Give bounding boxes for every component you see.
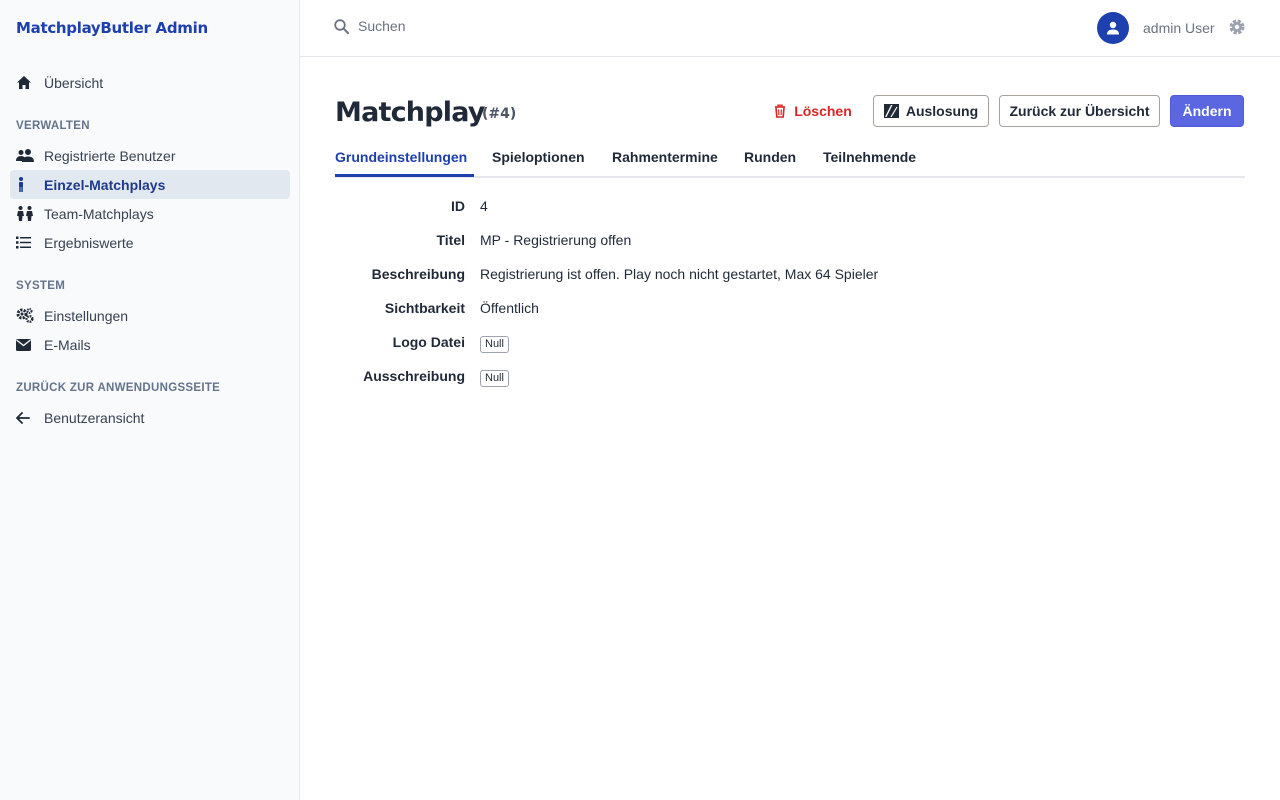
detail-row: Logo Datei Null [335, 334, 1245, 356]
sidebar-item-team-matchplays[interactable]: Team-Matchplays [10, 199, 290, 228]
detail-label: Ausschreibung [363, 368, 465, 384]
tab-basic-settings[interactable]: Grundeinstellungen [335, 149, 467, 165]
trash-icon [774, 104, 786, 118]
detail-value: MP - Registrierung offen [480, 232, 632, 248]
detail-value: Öffentlich [480, 300, 539, 316]
sidebar-item-settings[interactable]: Einstellungen [10, 301, 290, 330]
draw-button[interactable]: Auslosung [873, 95, 989, 127]
cogs-icon [16, 308, 34, 324]
envelope-icon [16, 337, 34, 353]
arrow-left-icon [16, 410, 34, 426]
sidebar-item-registered-users[interactable]: Registrierte Benutzer [10, 141, 290, 170]
detail-value: Null [480, 334, 509, 353]
brand-logo[interactable]: MatchplayButler Admin [16, 19, 208, 37]
record-id-label: (#4) [482, 106, 517, 122]
sidebar-item-user-view[interactable]: Benutzeransicht [10, 403, 290, 432]
null-badge: Null [480, 336, 509, 353]
sidebar-item-label: Registrierte Benutzer [44, 147, 176, 164]
detail-label: Beschreibung [371, 266, 465, 282]
sidebar-item-label: Einzel-Matchplays [44, 176, 166, 193]
detail-row: Ausschreibung Null [335, 368, 1245, 390]
detail-row: Sichtbarkeit Öffentlich [335, 300, 1245, 322]
detail-row: Titel MP - Registrierung offen [335, 232, 1245, 254]
person-icon [16, 177, 34, 193]
section-heading-system: SYSTEM [16, 280, 66, 292]
sidebar: MatchplayButler Admin Übersicht VERWALTE… [0, 0, 300, 800]
search-icon [334, 18, 349, 34]
users-icon [16, 148, 34, 164]
sidebar-item-label: E-Mails [44, 336, 91, 353]
detail-value: 4 [480, 198, 488, 214]
sidebar-item-label: Team-Matchplays [44, 205, 154, 222]
sidebar-item-single-matchplays[interactable]: Einzel-Matchplays [10, 170, 290, 199]
delete-button-label: Löschen [794, 103, 852, 119]
detail-label: Sichtbarkeit [384, 300, 465, 316]
detail-value: Null [480, 368, 509, 387]
draw-icon [883, 104, 899, 118]
detail-row: ID 4 [335, 198, 1245, 220]
tab-participants[interactable]: Teilnehmende [823, 149, 916, 165]
section-heading-back: ZURÜCK ZUR ANWENDUNGSSEITE [16, 382, 221, 394]
list-icon [16, 235, 34, 251]
search-bar [334, 18, 658, 34]
tab-game-options[interactable]: Spieloptionen [492, 149, 585, 165]
delete-button[interactable]: Löschen [771, 95, 855, 127]
draw-button-label: Auslosung [905, 103, 979, 119]
sidebar-item-label: Einstellungen [44, 307, 129, 324]
gear-icon[interactable] [1228, 18, 1246, 41]
user-icon [1106, 21, 1120, 35]
user-name[interactable]: admin User [1143, 20, 1215, 36]
detail-label: Titel [436, 232, 465, 248]
detail-label: Logo Datei [392, 334, 465, 350]
page-title: Matchplay [335, 97, 485, 128]
topbar: admin User [300, 0, 1280, 57]
tab-schedule[interactable]: Rahmentermine [612, 149, 718, 165]
detail-value: Registrierung ist offen. Play noch nicht… [480, 266, 879, 282]
section-heading-manage: VERWALTEN [16, 120, 90, 132]
sidebar-item-label: Benutzeransicht [44, 409, 145, 426]
active-tab-indicator [335, 174, 474, 177]
tab-rounds[interactable]: Runden [744, 149, 796, 165]
avatar[interactable] [1097, 12, 1129, 44]
sidebar-item-label: Übersicht [44, 74, 104, 91]
sidebar-item-label: Ergebniswerte [44, 234, 134, 251]
sidebar-item-overview[interactable]: Übersicht [10, 68, 290, 97]
edit-button[interactable]: Ändern [1170, 95, 1244, 127]
team-icon [16, 206, 34, 222]
home-icon [16, 75, 34, 91]
sidebar-item-result-values[interactable]: Ergebniswerte [10, 228, 290, 257]
back-to-overview-button[interactable]: Zurück zur Übersicht [999, 95, 1160, 127]
null-badge: Null [480, 370, 509, 387]
sidebar-item-emails[interactable]: E-Mails [10, 330, 290, 359]
search-input[interactable] [358, 18, 658, 34]
detail-label: ID [451, 198, 465, 214]
detail-row: Beschreibung Registrierung ist offen. Pl… [335, 266, 1245, 288]
